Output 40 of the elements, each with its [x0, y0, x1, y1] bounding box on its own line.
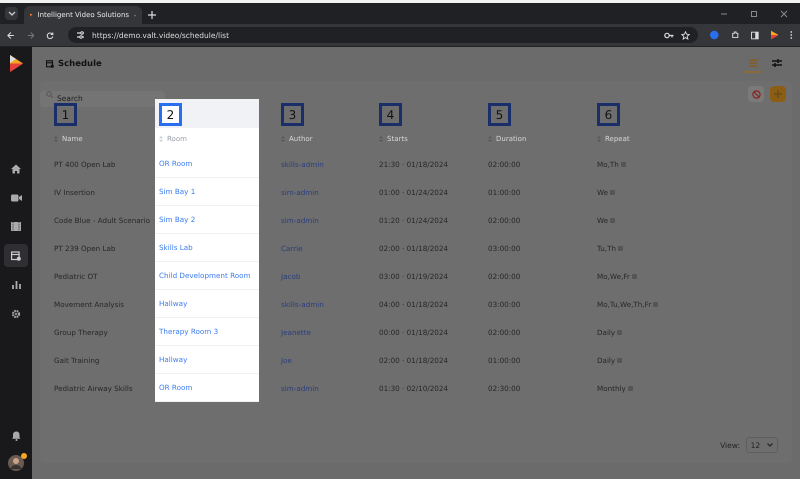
callout-number: 4 [379, 103, 402, 126]
search-icon [46, 90, 53, 98]
page-title: Schedule [58, 59, 102, 69]
callout-number: 2 [159, 103, 182, 126]
avatar[interactable] [8, 455, 24, 471]
star-icon[interactable] [681, 30, 690, 40]
profile-icon[interactable] [710, 30, 719, 40]
reload-icon[interactable] [46, 30, 54, 40]
logo-icon[interactable] [770, 30, 778, 40]
callout-number: 3 [281, 103, 304, 126]
callout-number: 5 [488, 103, 511, 126]
calendar-icon [11, 250, 21, 260]
plus-icon [774, 90, 782, 98]
list-icon [749, 59, 757, 67]
forward-icon[interactable] [26, 30, 34, 40]
logo-icon[interactable] [10, 55, 22, 72]
maximize-icon[interactable] [750, 10, 758, 18]
extensions-icon[interactable] [730, 30, 740, 40]
settings-icon [11, 308, 21, 318]
nav-button[interactable] [4, 244, 28, 267]
back-icon[interactable] [7, 30, 15, 40]
new-tab-icon[interactable] [148, 11, 156, 19]
key-icon[interactable] [664, 32, 674, 38]
camera-icon [10, 194, 22, 202]
close-icon[interactable] [780, 10, 788, 18]
sort-icon [159, 136, 163, 142]
tab-list-icon[interactable] [5, 7, 18, 20]
bar-chart-icon [12, 280, 20, 289]
site-settings-icon[interactable] [76, 31, 86, 39]
caret-icon [767, 443, 774, 447]
calendar-icon [46, 60, 54, 68]
bell-icon[interactable] [12, 431, 20, 441]
callout-number: 1 [54, 103, 77, 126]
film-icon [11, 222, 21, 231]
side-panel-icon[interactable] [751, 30, 759, 40]
home-icon [11, 164, 21, 174]
callout-number: 6 [597, 103, 620, 126]
sliders-icon [772, 58, 782, 68]
more-icon[interactable] [790, 30, 793, 40]
no-entry-icon [752, 90, 760, 98]
